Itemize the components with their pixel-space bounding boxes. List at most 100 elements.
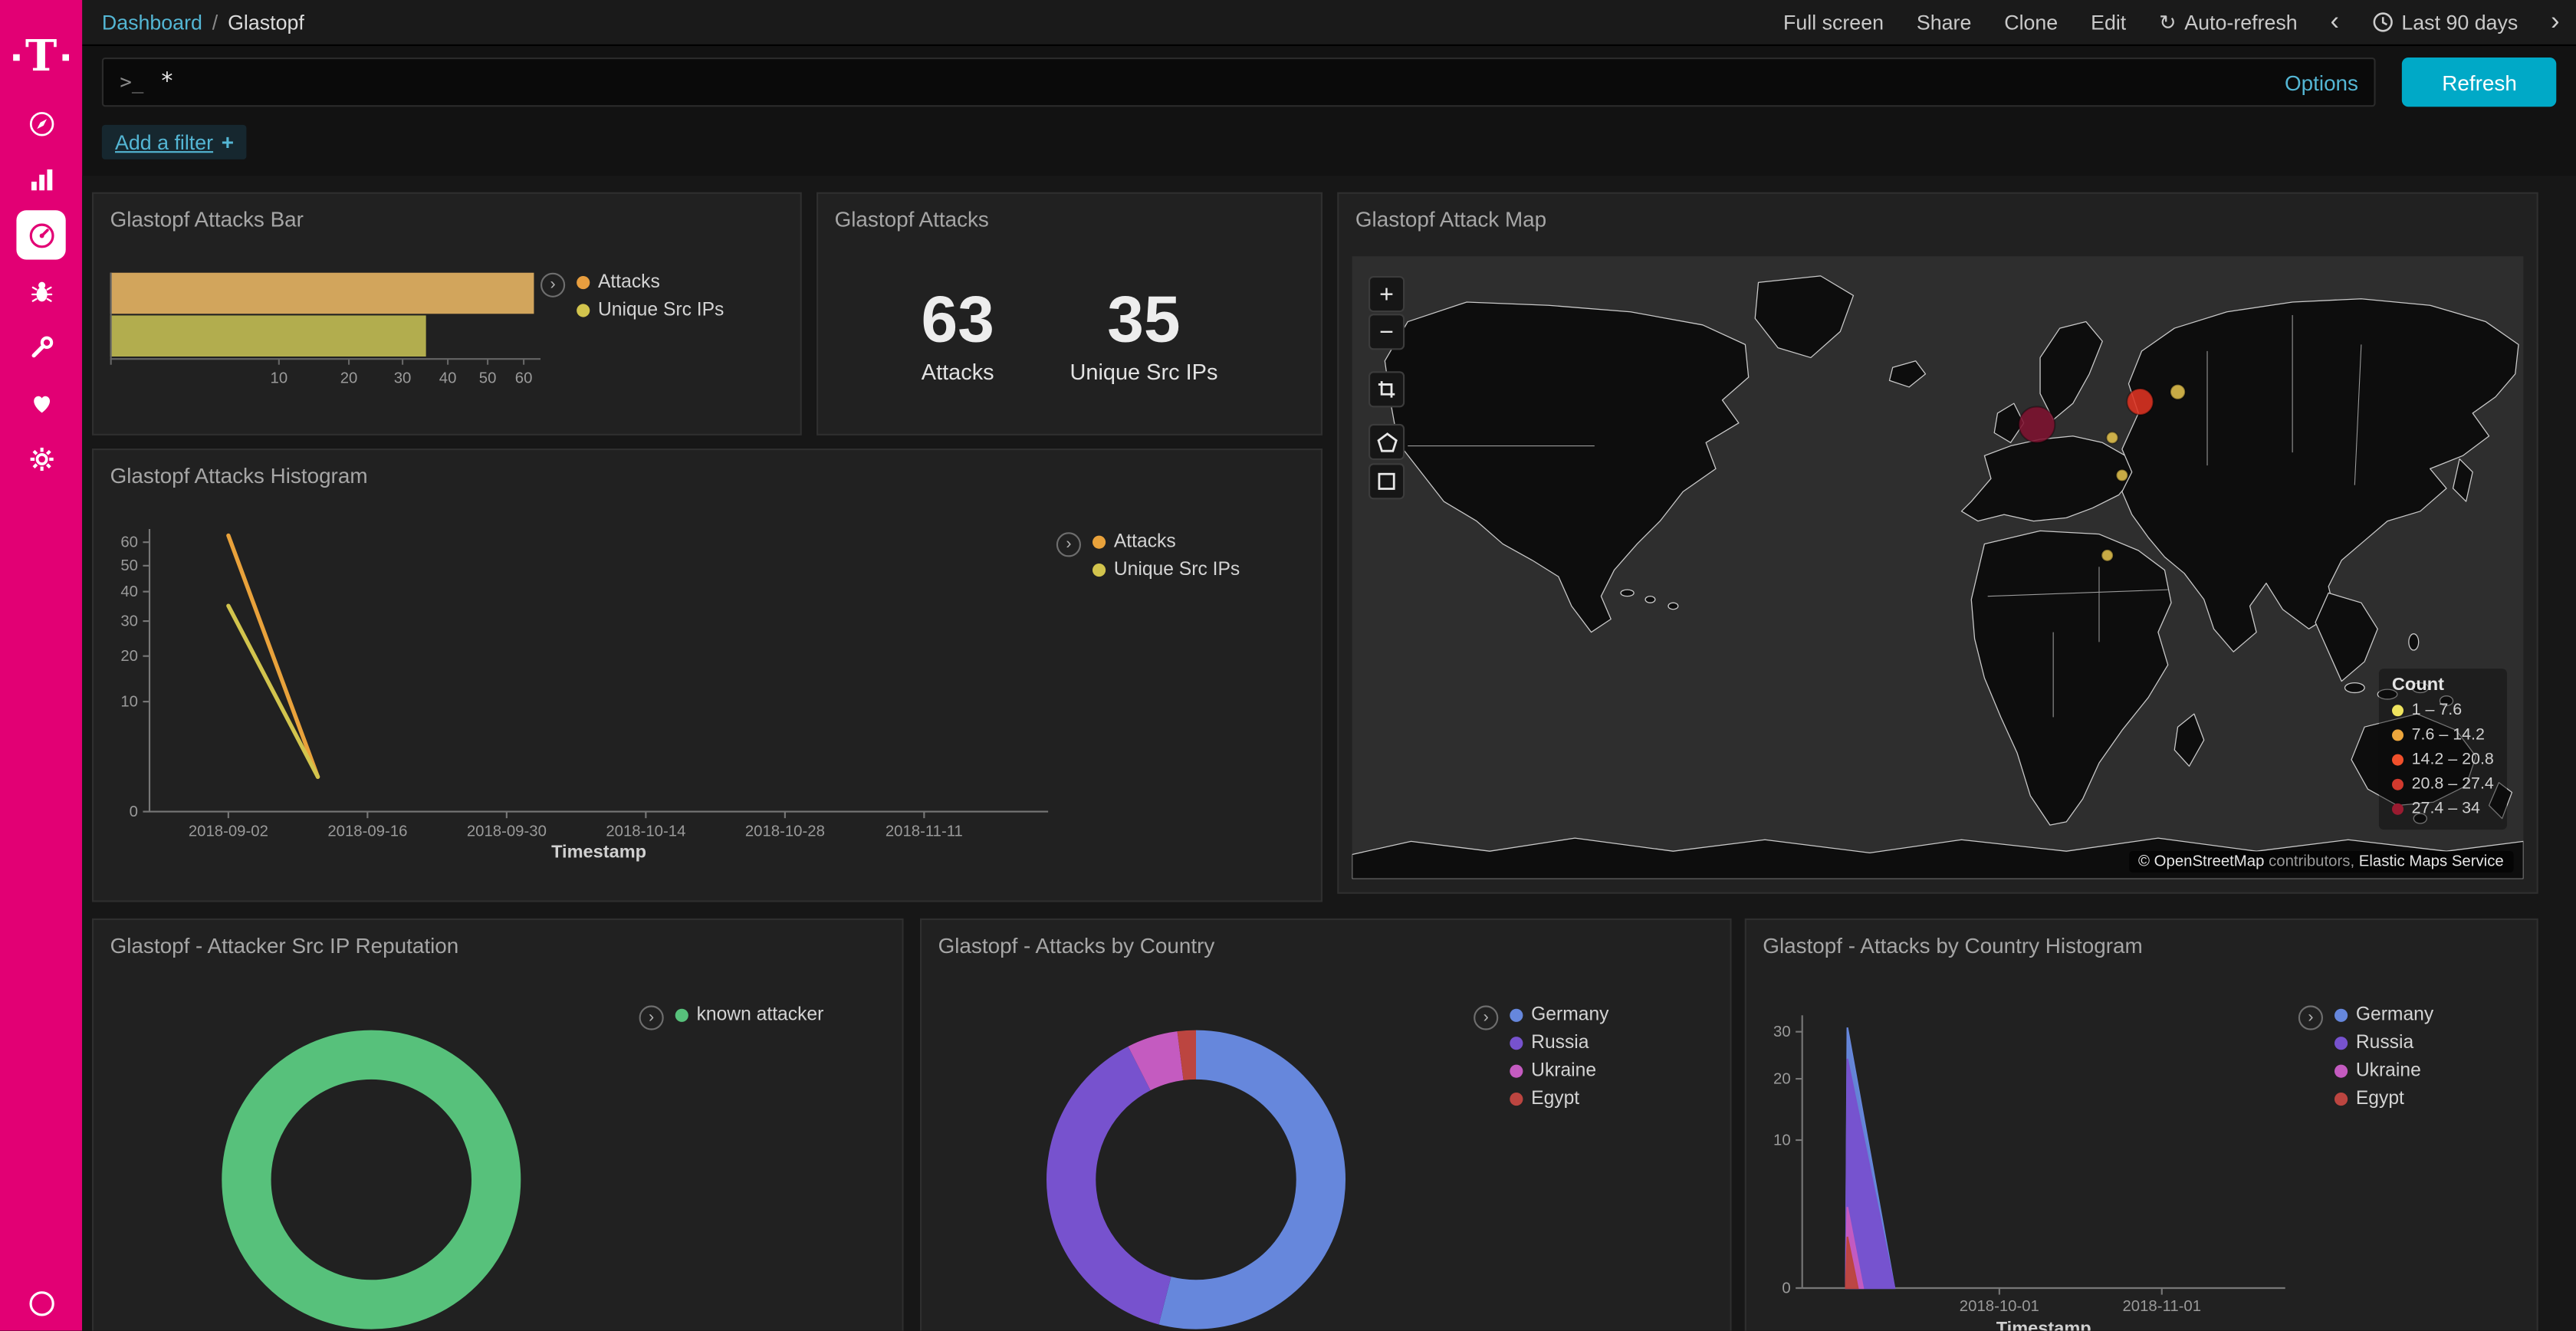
donut-slice-known-attacker[interactable] (246, 1055, 496, 1305)
map-attack-dot[interactable] (2127, 389, 2153, 415)
bar-attacks[interactable] (110, 273, 534, 314)
map-legend-color-dot (2392, 779, 2404, 790)
src-ip-reputation-legend: › known attacker (639, 1005, 824, 1030)
map-attack-dot[interactable] (2170, 385, 2185, 399)
refresh-cycle-icon: ↻ (2159, 10, 2176, 35)
sidebar-item-discover[interactable] (0, 95, 82, 151)
time-back-button[interactable]: ‹ (2331, 9, 2339, 35)
breadcrumb-separator: / (212, 11, 218, 34)
legend-color-dot (1510, 1037, 1523, 1050)
legend-item[interactable]: Egypt (2334, 1089, 2433, 1109)
legend-item[interactable]: Germany (1510, 1005, 1608, 1025)
legend-toggle-icon[interactable]: › (1056, 532, 1081, 557)
legend-item[interactable]: Egypt (1510, 1089, 1608, 1109)
search-query-input[interactable] (160, 69, 2269, 95)
legend-item[interactable]: Attacks (1092, 532, 1240, 552)
wrench-icon (16, 322, 65, 371)
map-rectangle-tool-button[interactable] (1368, 463, 1405, 499)
map-legend-color-dot (2392, 804, 2404, 815)
svg-text:50: 50 (120, 557, 138, 574)
donut-slice-germany[interactable] (1165, 1055, 1320, 1305)
svg-text:30: 30 (120, 613, 138, 630)
svg-text:2018-11-11: 2018-11-11 (886, 823, 963, 840)
user-menu-icon[interactable] (0, 1290, 82, 1317)
share-button[interactable]: Share (1917, 11, 1971, 34)
map-polygon-tool-button[interactable] (1368, 424, 1405, 460)
attacks-bar-legend: › Attacks Unique Src IPs (540, 273, 724, 320)
map-legend-range-label: 7.6 – 14.2 (2412, 723, 2485, 748)
panel-attacks-metric: Glastopf Attacks 63 Attacks 35 Unique Sr… (816, 192, 1322, 435)
svg-text:60: 60 (120, 534, 138, 551)
legend-toggle-icon[interactable]: › (540, 273, 565, 297)
legend-label: Germany (2356, 1005, 2433, 1025)
legend-item[interactable]: Ukraine (2334, 1061, 2433, 1081)
query-options-link[interactable]: Options (2285, 70, 2358, 94)
telekom-logo[interactable]: T (14, 20, 68, 96)
donut-slice-russia[interactable] (1071, 1068, 1165, 1300)
svg-text:40: 40 (439, 370, 457, 386)
full-screen-button[interactable]: Full screen (1783, 11, 1884, 34)
legend-item[interactable]: Russia (2334, 1034, 2433, 1053)
legend-toggle-icon[interactable]: › (2298, 1005, 2323, 1030)
map-attack-dot[interactable] (2101, 550, 2113, 561)
legend-color-dot (577, 276, 590, 289)
legend-item[interactable]: known attacker (675, 1005, 824, 1025)
sidebar-item-visualize[interactable] (0, 151, 82, 207)
map-zoom-in-button[interactable]: + (1368, 276, 1405, 312)
map-zoom-out-button[interactable]: − (1368, 314, 1405, 350)
legend-item[interactable]: Unique Src IPs (1092, 560, 1240, 580)
sidebar-item-dev-tools[interactable] (0, 319, 82, 375)
panel-attack-map: Glastopf Attack Map (1337, 192, 2538, 894)
legend-label: Russia (2356, 1034, 2413, 1053)
line-attacks[interactable] (228, 535, 318, 777)
sidebar-item-dashboard[interactable] (0, 207, 82, 263)
legend-item[interactable]: Russia (1510, 1034, 1608, 1053)
plus-icon: + (222, 130, 234, 154)
map-fit-bounds-button[interactable] (1368, 371, 1405, 407)
src-ip-reputation-donut (94, 920, 903, 1331)
legend-item[interactable]: Attacks (577, 273, 724, 293)
map-legend-range-label: 14.2 – 20.8 (2412, 748, 2494, 772)
legend-label: Egypt (2356, 1089, 2404, 1109)
legend-toggle-icon[interactable]: › (1474, 1005, 1498, 1030)
map-attack-dot[interactable] (2019, 406, 2055, 442)
map-attack-dot[interactable] (2116, 469, 2128, 481)
edit-button[interactable]: Edit (2091, 11, 2126, 34)
auto-refresh-button[interactable]: ↻ Auto-refresh (2159, 10, 2298, 35)
add-filter-button[interactable]: Add a filter + (102, 125, 247, 159)
sidebar-item-monitoring[interactable] (0, 375, 82, 431)
legend-label: Egypt (1531, 1089, 1579, 1109)
breadcrumb-dashboard-link[interactable]: Dashboard (102, 11, 202, 34)
time-forward-button[interactable]: › (2551, 9, 2559, 35)
time-range-label: Last 90 days (2401, 11, 2518, 34)
panel-attacks-by-country: Glastopf - Attacks by Country ›GermanyRu… (920, 919, 1732, 1331)
time-range-button[interactable]: Last 90 days (2372, 11, 2518, 34)
map-legend-color-dot (2392, 729, 2404, 741)
panel-title: Glastopf Attacks Bar (94, 194, 800, 245)
elastic-maps-service-link[interactable]: Elastic Maps Service (2359, 853, 2504, 871)
openstreetmap-link[interactable]: © OpenStreetMap (2138, 853, 2264, 871)
svg-text:Timestamp: Timestamp (551, 842, 646, 862)
svg-text:10: 10 (271, 370, 288, 386)
map-legend-row: 20.8 – 27.4 (2392, 772, 2494, 797)
svg-text:20: 20 (1773, 1070, 1791, 1087)
app-window: T (0, 0, 2576, 1331)
sidebar-item-timelion[interactable] (0, 263, 82, 319)
world-map-svg (1352, 256, 2524, 879)
legend-toggle-icon[interactable]: › (639, 1005, 664, 1030)
clone-button[interactable]: Clone (2004, 11, 2058, 34)
refresh-button[interactable]: Refresh (2403, 58, 2556, 107)
legend-item[interactable]: Germany (2334, 1005, 2433, 1025)
svg-text:20: 20 (340, 370, 358, 386)
gear-icon (16, 434, 65, 483)
legend-item[interactable]: Ukraine (1510, 1061, 1608, 1081)
donut-slice-egypt[interactable] (1181, 1055, 1196, 1056)
line-unique-src-ips[interactable] (228, 606, 318, 777)
map-attack-dot[interactable] (2107, 432, 2118, 443)
compass-icon (16, 99, 65, 148)
bar-unique-src-ips[interactable] (110, 315, 426, 357)
legend-item[interactable]: Unique Src IPs (577, 301, 724, 320)
sidebar-item-management[interactable] (0, 430, 82, 486)
bug-icon (16, 266, 65, 315)
donut-slice-ukraine[interactable] (1139, 1056, 1181, 1068)
